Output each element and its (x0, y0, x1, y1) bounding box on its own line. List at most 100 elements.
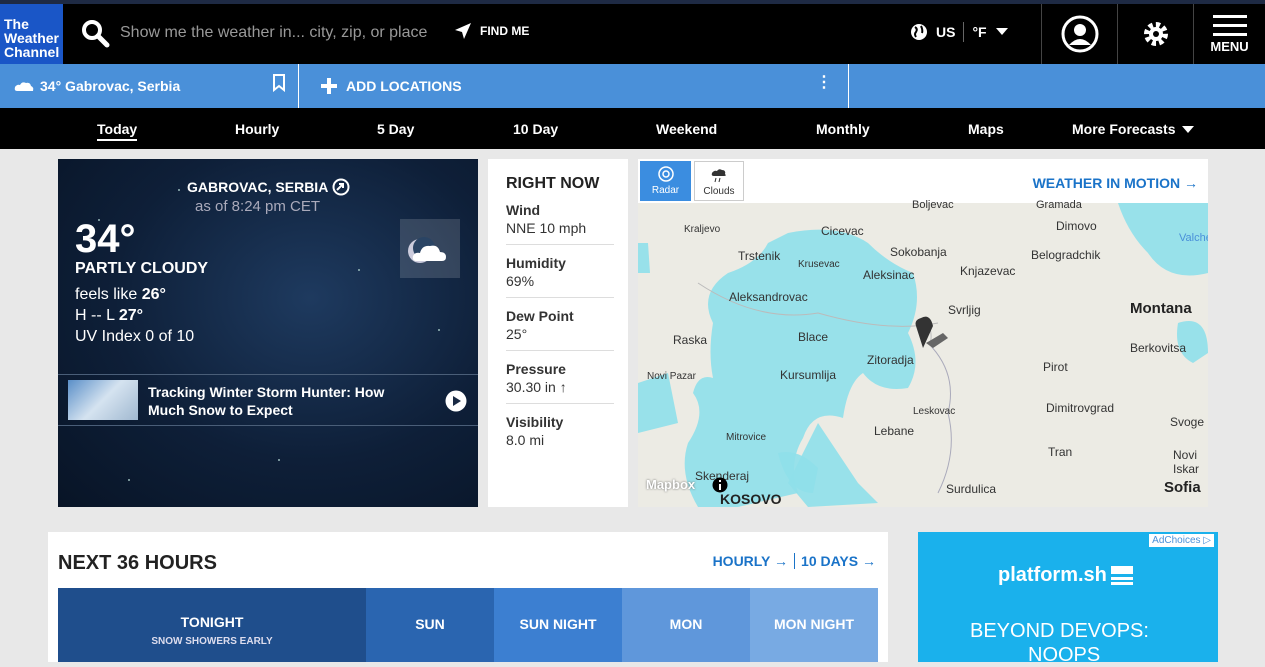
current-location-label: 34° Gabrovac, Serbia (40, 78, 181, 94)
mapbox-logo: Mapbox (646, 477, 696, 492)
hourly-link[interactable]: HOURLY → (713, 553, 788, 569)
tab-monthly[interactable]: Monthly (816, 121, 870, 137)
period-sun[interactable]: SUN (366, 588, 494, 662)
period-mon[interactable]: MON (622, 588, 750, 662)
clouds-label: Clouds (703, 186, 735, 197)
map-label: Aleksandrovac (729, 290, 808, 304)
pressure-row: Pressure 30.30 in ↑ (506, 351, 614, 404)
search-input[interactable]: Show me the weather in... city, zip, or … (120, 24, 427, 42)
visibility-value: 8.0 mi (506, 432, 545, 448)
ad-choices[interactable]: AdChoices ▷ (1149, 534, 1214, 547)
weather-in-motion-link[interactable]: WEATHER IN MOTION → (1033, 175, 1198, 191)
period-name: SUN (415, 616, 445, 632)
current-temp: 34° (75, 217, 136, 261)
locale-selector[interactable]: US °F (910, 22, 1009, 42)
video-promo[interactable]: Tracking Winter Storm Hunter: How Much S… (58, 374, 478, 426)
star-decoration (358, 269, 360, 271)
condition-text: PARTLY CLOUDY (75, 260, 209, 277)
map-label: Mitrovice (726, 432, 767, 443)
map-label: Trstenik (738, 249, 781, 263)
map-label: Valchedram (1179, 232, 1208, 244)
chevron-down-icon[interactable] (1181, 125, 1195, 135)
current-location-tab[interactable]: 34° Gabrovac, Serbia (0, 64, 299, 108)
tab-maps[interactable]: Maps (968, 121, 1004, 137)
arrow-right-icon: → (774, 553, 789, 569)
location-arrow-icon (455, 23, 471, 39)
visibility-label: Visibility (506, 414, 564, 430)
wind-label: Wind (506, 202, 541, 218)
current-conditions-card: GABROVAC, SERBIA as of 8:24 pm CET 34° P… (58, 159, 478, 507)
search-icon (82, 20, 110, 48)
period-name: MON NIGHT (773, 616, 855, 632)
map-label: Montana (1130, 300, 1192, 317)
search-box[interactable]: Show me the weather in... city, zip, or … (80, 18, 427, 48)
settings-button[interactable] (1117, 4, 1193, 64)
map-label: Surdulica (946, 482, 997, 496)
pressure-value: 30.30 in ↑ (506, 379, 567, 395)
bookmark-icon[interactable] (272, 74, 286, 92)
period-sun-night[interactable]: SUN NIGHT (494, 588, 622, 662)
wind-row: Wind NNE 10 mph (506, 192, 614, 245)
map-label: Svoge (1170, 415, 1205, 429)
period-name: SUN NIGHT (519, 616, 597, 632)
twc-logo[interactable]: The Weather Channel (0, 4, 63, 64)
map-image[interactable]: Boljevac Gramada Kraljevo Cicevac Dimovo… (638, 199, 1208, 507)
partly-cloudy-small-icon (14, 82, 34, 91)
globe-icon (911, 24, 927, 40)
tab-more-forecasts[interactable]: More Forecasts (1072, 121, 1175, 137)
tab-hourly[interactable]: Hourly (235, 121, 279, 137)
map-label: Svrljig (948, 303, 981, 317)
ad-choices-label: AdChoices (1152, 535, 1201, 546)
hi-lo-value: 27° (118, 307, 144, 324)
tab-today[interactable]: Today (97, 121, 138, 141)
location-title[interactable]: GABROVAC, SERBIA (187, 178, 350, 196)
pressure-label: Pressure (506, 361, 566, 377)
location-name: GABROVAC, SERBIA (187, 179, 329, 195)
video-title: Tracking Winter Storm Hunter: How Much S… (148, 384, 385, 418)
account-button[interactable] (1041, 4, 1117, 64)
period-mon-night[interactable]: MON NIGHT (750, 588, 878, 662)
menu-button[interactable]: MENU (1193, 4, 1265, 64)
more-options-icon[interactable]: ⋮ (816, 72, 832, 92)
feels-like: feels like 26° (75, 286, 166, 304)
map-label: Tran (1048, 445, 1073, 459)
map-label: Kraljevo (684, 224, 721, 235)
weather-in-motion-label: WEATHER IN MOTION (1032, 175, 1181, 191)
period-tonight[interactable]: TONIGHT SNOW SHOWERS EARLY (58, 588, 366, 662)
dew-point-value: 25° (506, 326, 528, 342)
plus-icon (321, 78, 337, 94)
hourly-link-label: HOURLY (712, 553, 771, 569)
map-label: Blace (798, 330, 829, 344)
map-label: Pirot (1043, 360, 1068, 374)
map-label: Cicevac (821, 224, 864, 238)
map-label: Leskovac (913, 406, 956, 417)
ad-choices-icon: ▷ (1203, 535, 1211, 546)
info-icon[interactable] (712, 477, 728, 493)
share-arrow-icon (332, 178, 350, 196)
add-locations-label: ADD LOCATIONS (346, 78, 462, 94)
add-locations-button[interactable]: ADD LOCATIONS ⋮ (300, 64, 849, 108)
ad-brand-name: platform.sh (998, 564, 1107, 586)
tab-weekend[interactable]: Weekend (656, 121, 717, 137)
ten-days-link[interactable]: 10 DAYS → (801, 553, 876, 569)
ad-banner[interactable]: AdChoices ▷ platform.sh BEYOND DEVOPS: N… (918, 532, 1218, 666)
find-me-button[interactable]: FIND ME (454, 22, 529, 40)
map-label: Sokobanja (890, 245, 947, 259)
menu-label: MENU (1210, 38, 1249, 54)
map-label: Dimovo (1056, 219, 1097, 233)
tab-5-day[interactable]: 5 Day (377, 121, 414, 137)
moon-cloud-icon (400, 219, 460, 278)
unit-label: °F (972, 24, 987, 40)
logo-line-2: Weather (4, 30, 59, 46)
feels-like-value: 26° (141, 286, 166, 303)
radar-map-card: Radar Clouds WEATHER IN MOTION → Boljeva… (638, 159, 1208, 507)
humidity-value: 69% (506, 273, 535, 289)
tab-10-day[interactable]: 10 Day (513, 121, 558, 137)
ad-brand: platform.sh (998, 564, 1133, 587)
dew-point-label: Dew Point (506, 308, 574, 324)
platform-logo-icon (1110, 565, 1133, 585)
map-label: KOSOVO (720, 491, 782, 507)
radar-toggle[interactable]: Radar (640, 161, 691, 201)
visibility-row: Visibility 8.0 mi (506, 404, 614, 457)
clouds-toggle[interactable]: Clouds (694, 161, 744, 201)
